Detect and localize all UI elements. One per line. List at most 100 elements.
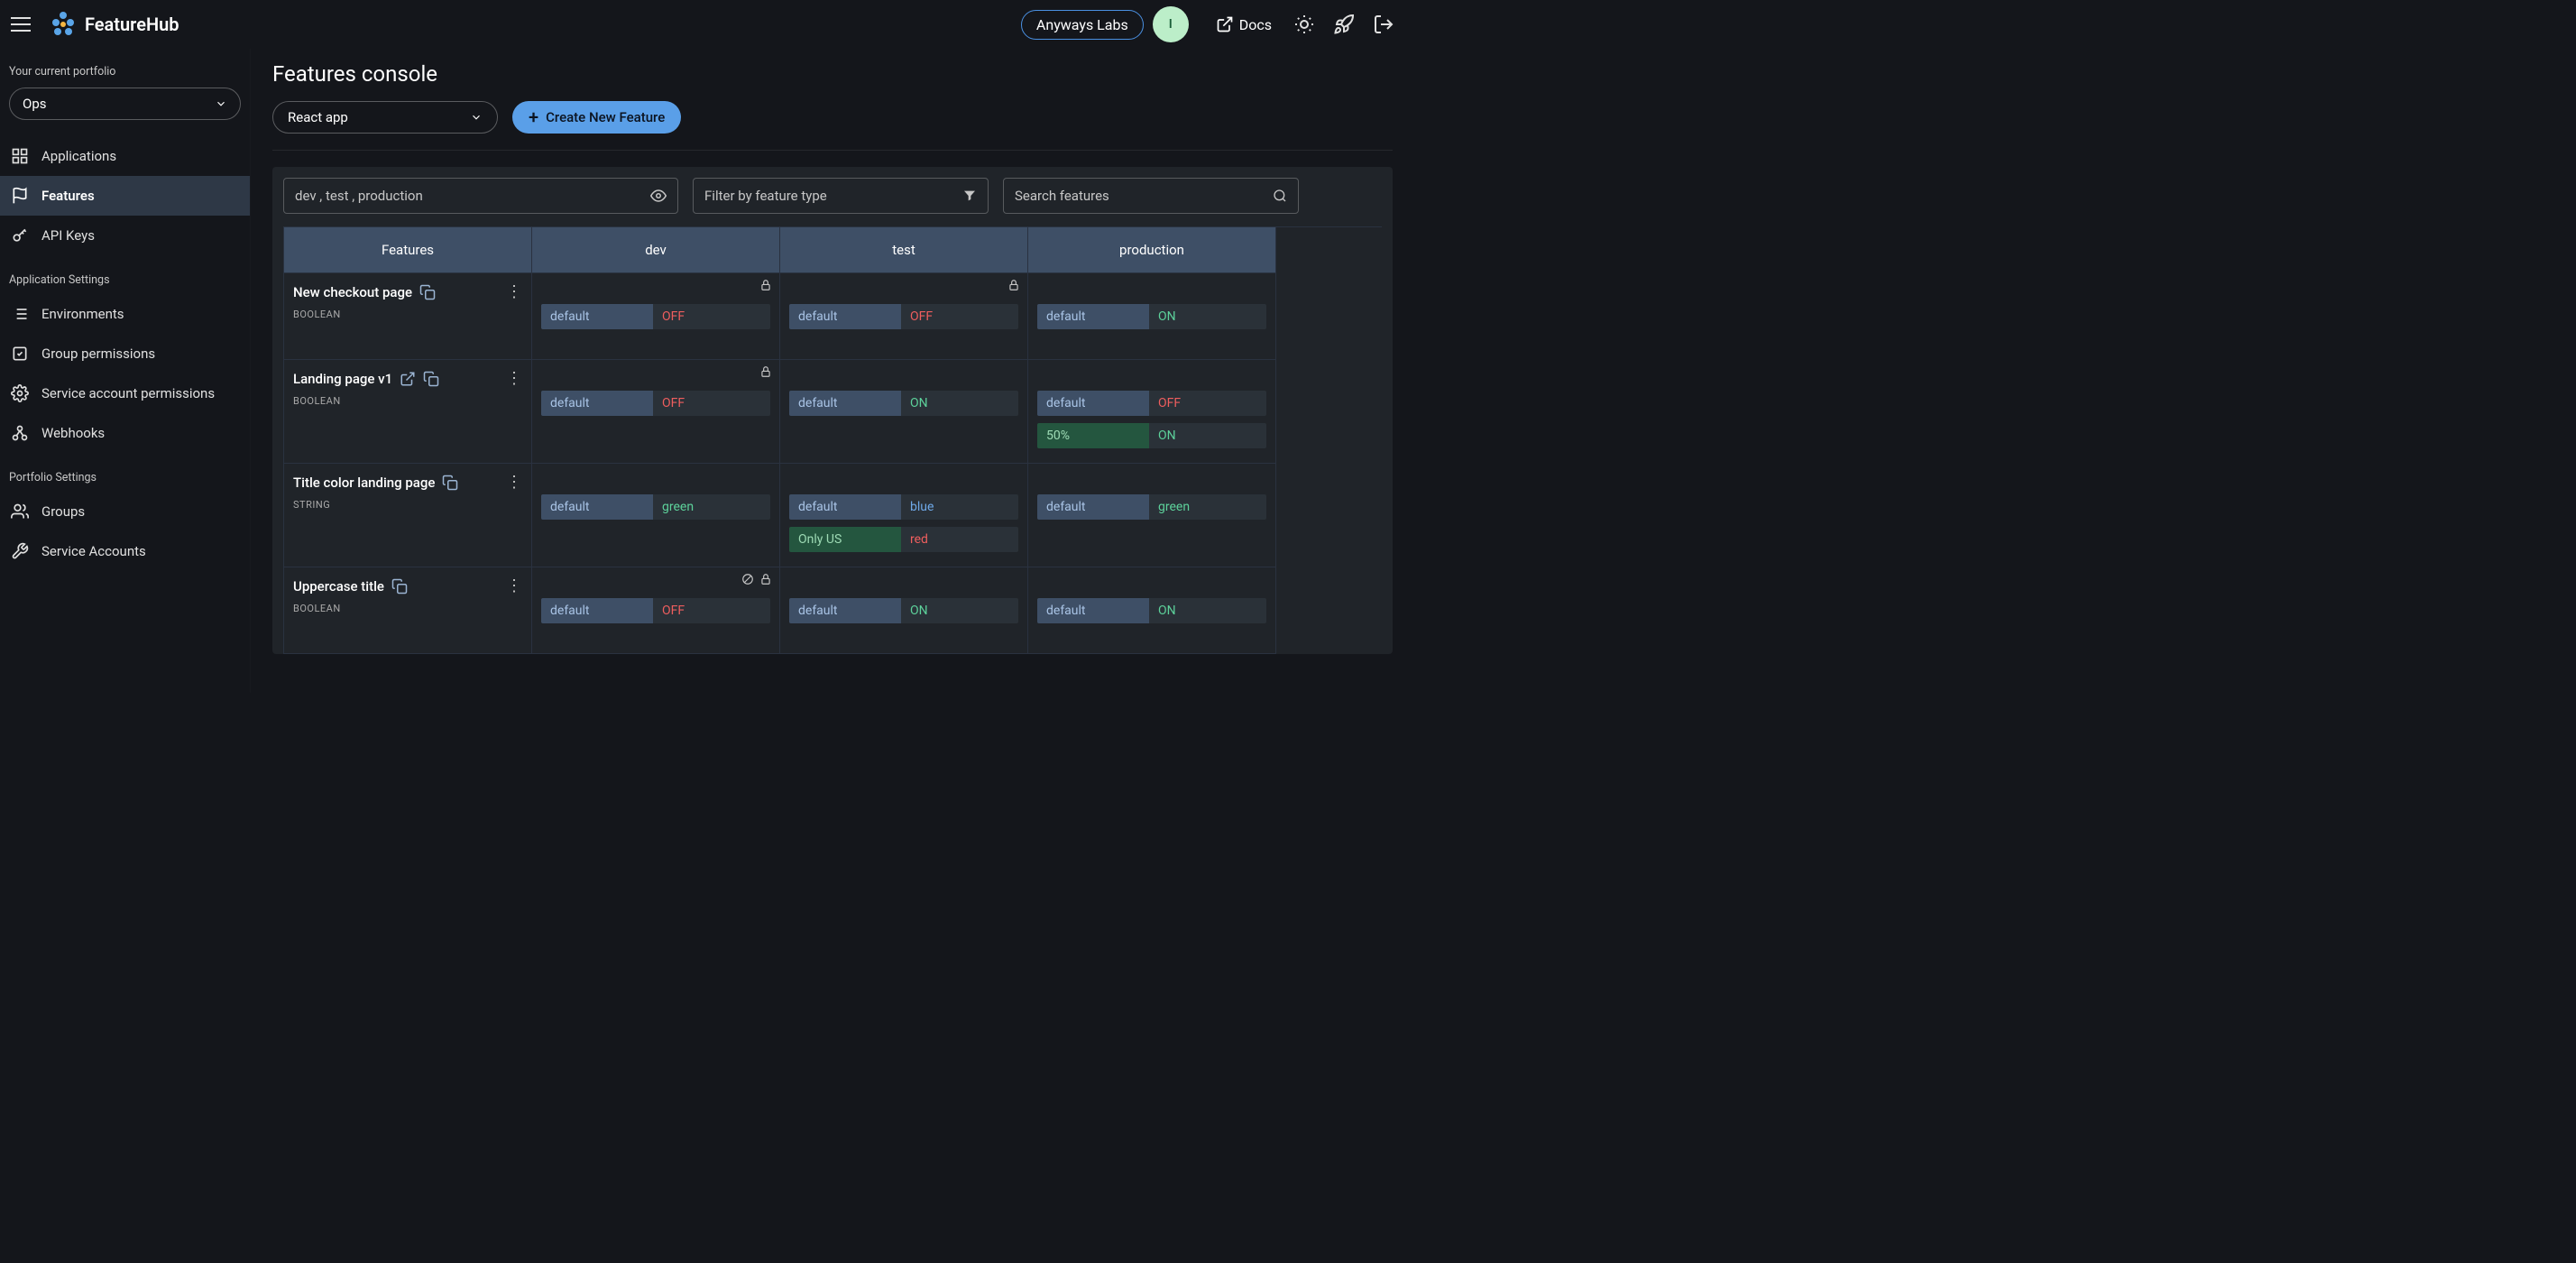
tag-value: OFF xyxy=(653,391,770,416)
create-feature-button[interactable]: + Create New Feature xyxy=(512,101,681,134)
sidebar-item-groups[interactable]: Groups xyxy=(0,492,250,531)
lock-icon xyxy=(759,573,772,585)
copy-icon[interactable] xyxy=(423,371,439,387)
env-filter[interactable]: dev , test , production xyxy=(283,178,678,214)
value-tag[interactable]: default OFF xyxy=(541,598,770,623)
value-tag[interactable]: default blue xyxy=(789,494,1018,520)
external-link-icon[interactable] xyxy=(400,371,416,387)
menu-toggle[interactable] xyxy=(11,14,32,35)
sidebar-item-environments[interactable]: Environments xyxy=(0,294,250,334)
copy-icon[interactable] xyxy=(391,578,408,595)
tag-label: default xyxy=(789,494,901,520)
avatar[interactable]: I xyxy=(1153,6,1189,42)
env-cell[interactable]: default OFF xyxy=(780,273,1028,360)
portfolio-select[interactable]: Ops xyxy=(9,88,241,120)
copy-icon[interactable] xyxy=(419,284,436,300)
value-tag[interactable]: default ON xyxy=(1037,598,1266,623)
value-tag[interactable]: default ON xyxy=(789,598,1018,623)
webhook-icon xyxy=(11,424,29,442)
sidebar-item-label: Features xyxy=(41,188,95,204)
sidebar-item-service-accounts[interactable]: Service Accounts xyxy=(0,531,250,571)
env-cell[interactable]: default OFF xyxy=(532,273,780,360)
value-tag[interactable]: default OFF xyxy=(789,304,1018,329)
value-tag[interactable]: default ON xyxy=(789,391,1018,416)
lock-icon xyxy=(759,365,772,378)
sidebar: Your current portfolio Ops Applications … xyxy=(0,49,251,693)
tag-value: OFF xyxy=(1149,391,1266,416)
more-menu-icon[interactable]: ⋮ xyxy=(506,576,522,595)
feature-type: BOOLEAN xyxy=(293,309,522,320)
env-cell[interactable]: default ON xyxy=(780,567,1028,654)
tag-value: ON xyxy=(1149,423,1266,448)
feature-cell: Landing page v1 ⋮ BOOLEAN xyxy=(284,360,532,464)
env-cell[interactable]: default OFF 50% ON xyxy=(1028,360,1276,464)
tag-value: ON xyxy=(1149,598,1266,623)
sidebar-item-label: Groups xyxy=(41,503,85,520)
column-header: production xyxy=(1028,227,1276,273)
theme-toggle-icon[interactable] xyxy=(1293,14,1315,35)
search-icon xyxy=(1273,189,1287,203)
features-table: Featuresdevtestproduction New checkout p… xyxy=(283,226,1382,654)
tag-label: default xyxy=(789,391,901,416)
feature-name: New checkout page xyxy=(293,284,412,300)
brand[interactable]: FeatureHub xyxy=(49,10,179,39)
sidebar-item-label: Service account permissions xyxy=(41,385,215,401)
sidebar-item-service-permissions[interactable]: Service account permissions xyxy=(0,373,250,413)
more-menu-icon[interactable]: ⋮ xyxy=(506,473,522,492)
env-cell[interactable]: default green xyxy=(532,464,780,567)
sidebar-item-apikeys[interactable]: API Keys xyxy=(0,216,250,255)
logout-icon[interactable] xyxy=(1373,14,1394,35)
tag-value: ON xyxy=(1149,304,1266,329)
type-filter[interactable]: Filter by feature type xyxy=(693,178,989,214)
more-menu-icon[interactable]: ⋮ xyxy=(506,369,522,388)
tag-label: default xyxy=(1037,598,1149,623)
value-tag[interactable]: default green xyxy=(1037,494,1266,520)
value-tag[interactable]: 50% ON xyxy=(1037,423,1266,448)
feature-name: Landing page v1 xyxy=(293,371,392,387)
tag-value: OFF xyxy=(653,598,770,623)
value-tag[interactable]: default green xyxy=(541,494,770,520)
value-tag[interactable]: default OFF xyxy=(1037,391,1266,416)
sidebar-item-group-permissions[interactable]: Group permissions xyxy=(0,334,250,373)
main: Features console React app + Create New … xyxy=(251,49,1414,693)
value-tag[interactable]: default OFF xyxy=(541,304,770,329)
sidebar-item-applications[interactable]: Applications xyxy=(0,136,250,176)
env-cell[interactable]: default blue Only US red xyxy=(780,464,1028,567)
value-tag[interactable]: default OFF xyxy=(541,391,770,416)
env-cell[interactable]: default OFF xyxy=(532,567,780,654)
chevron-down-icon xyxy=(470,111,483,124)
env-cell[interactable]: default OFF xyxy=(532,360,780,464)
topbar: FeatureHub Anyways Labs I Docs xyxy=(0,0,1414,49)
tag-label: default xyxy=(541,494,653,520)
tag-label: default xyxy=(1037,391,1149,416)
value-tag[interactable]: Only US red xyxy=(789,527,1018,552)
column-header: dev xyxy=(532,227,780,273)
lock-icon xyxy=(1007,279,1020,291)
docs-label: Docs xyxy=(1239,16,1272,33)
feature-type: BOOLEAN xyxy=(293,603,522,614)
sidebar-item-label: Applications xyxy=(41,148,116,164)
more-menu-icon[interactable]: ⋮ xyxy=(506,282,522,301)
type-filter-placeholder: Filter by feature type xyxy=(704,188,827,204)
blocked-icon xyxy=(741,573,754,585)
docs-link[interactable]: Docs xyxy=(1216,15,1272,33)
org-chip[interactable]: Anyways Labs xyxy=(1021,10,1144,40)
shield-icon xyxy=(11,345,29,363)
search-features[interactable]: Search features xyxy=(1003,178,1299,214)
env-cell[interactable]: default ON xyxy=(1028,273,1276,360)
sidebar-item-features[interactable]: Features xyxy=(0,176,250,216)
env-cell[interactable]: default ON xyxy=(780,360,1028,464)
sidebar-item-label: Environments xyxy=(41,306,124,322)
portfolio-settings-heading: Portfolio Settings xyxy=(0,453,250,492)
value-tag[interactable]: default ON xyxy=(1037,304,1266,329)
feature-type: STRING xyxy=(293,499,522,511)
app-settings-heading: Application Settings xyxy=(0,255,250,294)
copy-icon[interactable] xyxy=(442,475,458,491)
app-select[interactable]: React app xyxy=(272,101,498,134)
rocket-icon[interactable] xyxy=(1333,14,1355,35)
wrench-icon xyxy=(11,542,29,560)
tag-value: blue xyxy=(901,494,1018,520)
env-cell[interactable]: default ON xyxy=(1028,567,1276,654)
sidebar-item-webhooks[interactable]: Webhooks xyxy=(0,413,250,453)
env-cell[interactable]: default green xyxy=(1028,464,1276,567)
